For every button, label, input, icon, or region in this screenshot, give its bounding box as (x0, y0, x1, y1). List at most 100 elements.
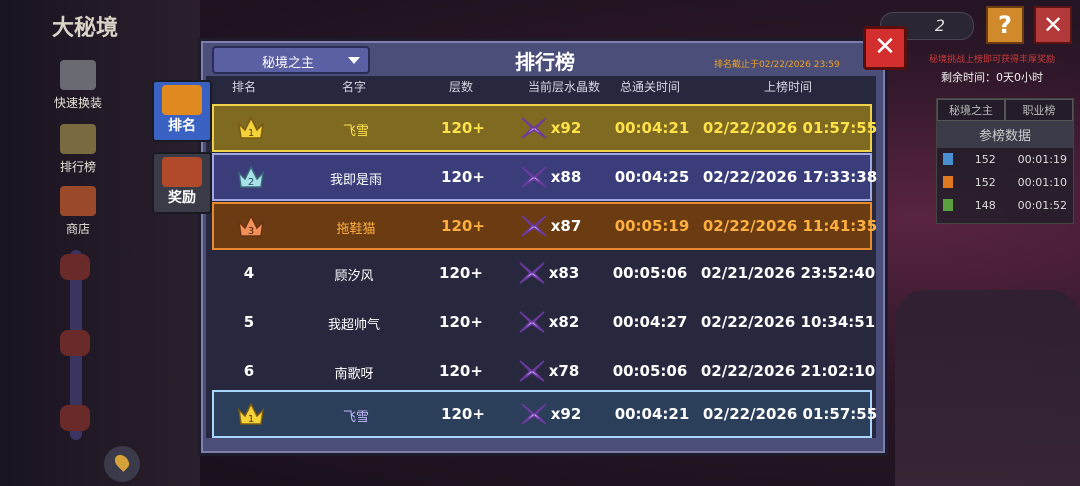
gold-crown-icon: 1 (237, 116, 265, 139)
svg-text:1: 1 (248, 128, 254, 139)
event-info: 秘境挑战上榜即可获得丰厚奖励 剩余时间：0天0小时 (912, 52, 1072, 85)
floor-value: 120+ (441, 217, 485, 235)
col-rank: 排名 (231, 80, 257, 94)
svg-text:3: 3 (248, 226, 254, 237)
crystal-icon (521, 215, 547, 237)
board-type-label: 秘境之主 (262, 56, 315, 71)
currency-count: 2 (934, 16, 945, 35)
trophy-icon (162, 85, 202, 115)
player-name: 顾汐风 (334, 269, 374, 284)
listed-time: 02/22/2026 01:57:55 (702, 119, 878, 137)
listed-time: 02/22/2026 01:57:55 (702, 405, 878, 423)
col-floor: 层数 (448, 80, 474, 94)
exit-button[interactable]: ✕ (1034, 6, 1072, 44)
table-row[interactable]: 5 我超帅气 120+ x82 00:04:27 02/22/2026 10:3… (212, 300, 875, 344)
crystal-icon (519, 262, 545, 284)
crystal-count: x83 (548, 264, 580, 282)
col-total-time: 总通关时间 (619, 80, 681, 94)
total-time: 00:05:06 (612, 264, 688, 282)
player-name: 飞雪 (342, 124, 370, 139)
player-name: 飞雪 (342, 410, 370, 425)
reference-time: 00:01:52 (1017, 199, 1067, 212)
crystal-count: x92 (550, 405, 582, 423)
silver-crown-icon: 2 (237, 165, 265, 188)
total-time: 00:04:21 (614, 119, 690, 137)
leaderboard-nav-label: 排行榜 (59, 160, 96, 174)
close-button[interactable]: ✕ (863, 26, 907, 70)
rank-number: 6 (243, 362, 255, 380)
orange-gem-icon (943, 176, 953, 188)
shop-label: 商店 (65, 222, 90, 236)
reference-count: 152 (974, 176, 996, 189)
listed-time: 02/21/2026 23:52:40 (700, 264, 876, 282)
crystal-icon (521, 403, 547, 425)
armor-icon (60, 60, 96, 90)
table-row[interactable]: 2 我即是雨 120+ x88 00:04:25 02/22/2026 17:3… (212, 153, 877, 201)
event-note: 秘境挑战上榜即可获得丰厚奖励 (928, 55, 1055, 65)
gold-crown-icon: 1 (237, 402, 265, 425)
reference-count: 148 (974, 199, 996, 212)
location-pin-icon (112, 452, 132, 472)
crystal-icon (521, 166, 547, 188)
crystal-count: x78 (548, 362, 580, 380)
player-name: 南歌呀 (334, 367, 374, 382)
map-button[interactable] (104, 446, 140, 482)
bronze-crown-icon: 3 (237, 214, 265, 237)
floor-node[interactable] (60, 330, 90, 356)
table-header: 排名 名字 层数 当前层水晶数 总通关时间 上榜时间 (212, 78, 870, 96)
my-rank-row[interactable]: 1 飞雪 120+ x92 00:04:21 02/22/2026 01:57:… (212, 390, 877, 438)
player-name: 我即是雨 (329, 173, 383, 188)
help-button[interactable]: ? (986, 6, 1024, 44)
floor-node[interactable] (60, 254, 90, 280)
blue-gem-icon (943, 153, 953, 165)
table-row[interactable]: 3 拖鞋猫 120+ x87 00:05:19 02/22/2026 11:41… (212, 202, 877, 250)
tab-ranking[interactable]: 排名 (152, 80, 212, 142)
tab-class-board[interactable]: 职业榜 (1005, 99, 1073, 121)
floor-value: 120+ (439, 313, 483, 331)
tab-realm-master[interactable]: 秘境之主 (937, 99, 1005, 121)
board-type-dropdown[interactable]: 秘境之主 (212, 46, 370, 74)
table-row[interactable]: 4 顾汐风 120+ x83 00:05:06 02/21/2026 23:52… (212, 251, 875, 295)
listed-time: 02/22/2026 11:41:35 (702, 217, 878, 235)
total-time: 00:04:21 (614, 405, 690, 423)
floor-node[interactable] (60, 405, 90, 431)
tab-rewards-label: 奖励 (168, 190, 196, 206)
tab-rewards[interactable]: 奖励 (152, 152, 212, 214)
table-row[interactable]: 1 飞雪 120+ x92 00:04:21 02/22/2026 01:57:… (212, 104, 877, 152)
svg-text:1: 1 (248, 414, 254, 425)
crystal-icon (519, 311, 545, 333)
shop-button[interactable]: 商店 (50, 186, 106, 237)
total-time: 00:05:06 (612, 362, 688, 380)
crystal-icon (521, 117, 547, 139)
crystal-count: x92 (550, 119, 582, 137)
table-row[interactable]: 6 南歌呀 120+ x78 00:05:06 02/22/2026 21:02… (212, 349, 875, 393)
rank-number: 5 (243, 313, 255, 331)
floor-value: 120+ (441, 405, 485, 423)
area-title: 大秘境 (52, 16, 119, 41)
quick-equip-button[interactable]: 快速换装 (50, 60, 106, 111)
trophy-icon (60, 124, 96, 154)
listed-time: 02/22/2026 17:33:38 (702, 168, 878, 186)
deadline-text: 排名截止于02/22/2026 23:59 (714, 60, 840, 70)
leaderboard-nav-button[interactable]: 排行榜 (50, 124, 106, 175)
quick-equip-label: 快速换装 (53, 96, 102, 110)
reference-row: 152 00:01:10 (937, 171, 1073, 194)
green-gem-icon (943, 199, 953, 211)
reference-time: 00:01:19 (1017, 153, 1067, 166)
rank-number: 4 (243, 264, 255, 282)
total-time: 00:05:19 (614, 217, 690, 235)
col-name: 名字 (341, 80, 367, 94)
floor-value: 120+ (439, 362, 483, 380)
crystal-count: x88 (550, 168, 582, 186)
reference-row: 148 00:01:52 (937, 194, 1073, 217)
shop-icon (60, 186, 96, 216)
svg-text:2: 2 (248, 177, 254, 188)
listed-time: 02/22/2026 21:02:10 (700, 362, 876, 380)
floor-value: 120+ (439, 264, 483, 282)
player-name: 我超帅气 (327, 318, 381, 333)
boss-character (895, 290, 1080, 486)
reference-count: 152 (974, 153, 996, 166)
total-time: 00:04:25 (614, 168, 690, 186)
col-crystals: 当前层水晶数 (527, 80, 601, 94)
floor-value: 120+ (441, 168, 485, 186)
